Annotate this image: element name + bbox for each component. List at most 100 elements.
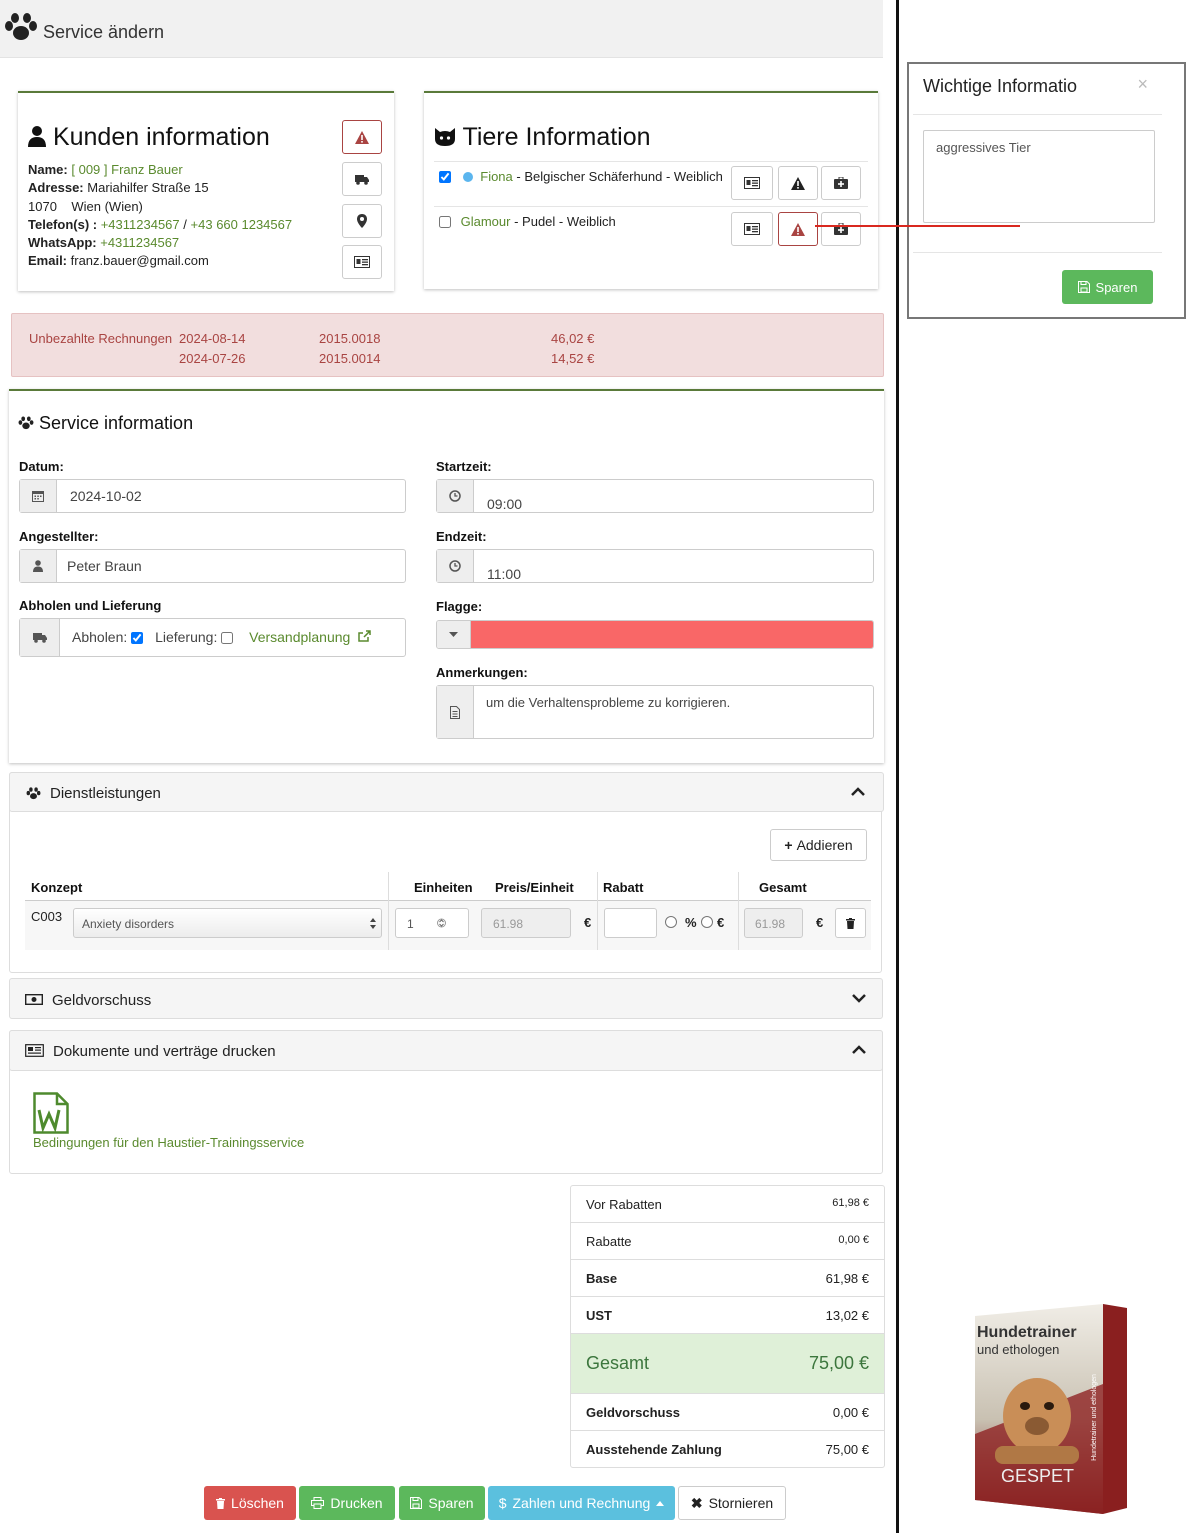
discount-percent-radio[interactable] — [665, 916, 677, 928]
pet-row: Glamour - Pudel - Weiblich — [439, 214, 616, 229]
pickup-checkbox[interactable] — [131, 632, 144, 644]
customer-card-button[interactable] — [342, 245, 382, 279]
base-value: 61,98 € — [825, 1271, 869, 1286]
vat-label: UST — [586, 1308, 612, 1323]
notes-label: Anmerkungen: — [436, 665, 528, 680]
customer-name-link[interactable]: [ 009 ] Franz Bauer — [71, 162, 182, 177]
notes-textarea[interactable]: um die Verhaltensprobleme zu korrigieren… — [436, 685, 874, 739]
discount-euro-radio[interactable] — [701, 916, 713, 928]
popup-save-button[interactable]: Sparen — [1062, 270, 1153, 304]
trash-icon — [846, 917, 855, 929]
money-icon — [25, 994, 43, 1005]
id-card-icon — [354, 256, 370, 268]
date-label: Datum: — [19, 459, 64, 474]
pet-warning-button-active[interactable] — [778, 212, 818, 246]
document-link[interactable]: Bedingungen für den Haustier-Trainingsse… — [33, 1135, 304, 1150]
date-input[interactable]: 2024-10-02 — [19, 479, 406, 513]
truck-icon — [32, 633, 47, 643]
print-button[interactable]: Drucken — [299, 1486, 395, 1520]
delete-row-button[interactable] — [835, 908, 866, 938]
pets-card: Tiere Information Fiona - Belgischer Sch… — [424, 91, 878, 289]
pet-checkbox[interactable] — [439, 171, 451, 183]
trash-icon — [216, 1497, 226, 1509]
clock-icon — [449, 560, 461, 572]
service-heading: Service information — [39, 413, 194, 433]
col-units: Einheiten — [414, 880, 473, 895]
panel-divider — [896, 0, 899, 1533]
invoice-number: 2015.0018 — [319, 331, 381, 346]
phone-link-2[interactable]: +43 660 1234567 — [191, 217, 293, 232]
service-card: Service information Datum: 2024-10-02 St… — [9, 389, 884, 763]
dollar-icon: $ — [498, 1495, 507, 1511]
percent-label: % — [685, 915, 697, 930]
services-title: Dienstleistungen — [50, 785, 161, 802]
spinner-icon — [437, 918, 446, 928]
pet-card-button[interactable] — [731, 212, 773, 246]
pickup-label: Abholen: — [72, 629, 128, 645]
print-icon — [311, 1497, 325, 1509]
user-icon — [28, 125, 46, 154]
pet-name-link[interactable]: Glamour — [461, 214, 511, 229]
cancel-button[interactable]: ✖ Stornieren — [678, 1486, 786, 1520]
employee-label: Angestellter: — [19, 529, 99, 544]
service-code: C003 — [31, 909, 63, 924]
product-spine-text: Hundetrainer und ethologen — [1090, 1374, 1098, 1461]
customer-warning-button[interactable] — [342, 120, 382, 154]
pet-medical-button[interactable] — [821, 212, 861, 246]
save-button[interactable]: Sparen — [399, 1486, 485, 1520]
shipping-planning-link[interactable]: Versandplanung — [249, 629, 350, 645]
discounts-label: Rabatte — [586, 1234, 632, 1249]
services-panel-header[interactable]: Dienstleistungen — [9, 772, 884, 812]
col-discount: Rabatt — [603, 880, 644, 895]
start-time-input[interactable]: 09:00 — [436, 479, 874, 513]
concept-select[interactable]: Anxiety disorders — [73, 908, 382, 938]
pay-and-invoice-button[interactable]: $ Zahlen und Rechnung — [488, 1486, 675, 1520]
invoice-date: 2024-08-14 — [179, 331, 246, 346]
word-document-icon[interactable] — [33, 1092, 69, 1134]
status-dot — [462, 172, 473, 182]
documents-panel-header[interactable]: Dokumente und verträge drucken — [9, 1030, 883, 1071]
col-total: Gesamt — [759, 880, 807, 895]
pickup-delivery-group: Abholen: Lieferung: Versandplanung — [19, 618, 406, 657]
col-concept: Konzept — [31, 880, 83, 895]
units-input[interactable]: 1 — [395, 908, 469, 938]
delivery-label: Lieferung: — [155, 629, 218, 645]
advance-panel-header[interactable]: Geldvorschuss — [9, 978, 883, 1019]
unit-price-input: 61.98 — [481, 908, 571, 938]
invoice-number: 2015.0014 — [319, 351, 381, 366]
pet-checkbox[interactable] — [439, 216, 451, 228]
delete-button[interactable]: Löschen — [204, 1486, 296, 1520]
grand-total-label: Gesamt — [586, 1353, 650, 1373]
select-arrows-icon — [370, 918, 376, 929]
plus-icon: + — [784, 837, 793, 853]
before-discount-value: 61,98 € — [832, 1197, 869, 1209]
clock-icon — [449, 490, 461, 502]
customer-truck-button[interactable] — [342, 162, 382, 196]
customer-map-button[interactable] — [342, 204, 382, 238]
end-time-label: Endzeit: — [436, 529, 487, 544]
phone-link-1[interactable]: +4311234567 — [101, 217, 180, 232]
delivery-checkbox[interactable] — [221, 632, 234, 644]
totals-table: Vor Rabatten 61,98 € Rabatte 0,00 € Base… — [570, 1185, 885, 1468]
product-brand: GESPET — [1001, 1466, 1075, 1486]
whatsapp-link[interactable]: +4311234567 — [100, 235, 179, 250]
add-service-button[interactable]: + Addieren — [770, 829, 867, 861]
pet-card-button[interactable] — [731, 166, 773, 200]
discount-input[interactable] — [604, 908, 657, 938]
flag-select[interactable] — [436, 620, 874, 649]
end-time-input[interactable]: 11:00 — [436, 549, 874, 583]
pet-icon — [434, 125, 456, 154]
services-panel: Dienstleistungen + Addieren Konzept Einhe… — [9, 772, 884, 973]
pet-medical-button[interactable] — [821, 166, 861, 200]
unpaid-invoices-alert: Unbezahlte Rechnungen 2024-08-14 2015.00… — [11, 313, 884, 377]
customer-details: Name: [ 009 ] Franz Bauer Adresse: Maria… — [28, 162, 293, 269]
pet-warning-button[interactable] — [778, 166, 818, 200]
employee-input[interactable]: Peter Braun — [19, 549, 406, 583]
close-icon[interactable]: × — [1137, 74, 1148, 95]
important-info-textarea[interactable]: aggressives Tier — [923, 130, 1155, 223]
chevron-up-icon — [852, 1045, 866, 1054]
close-icon: ✖ — [690, 1494, 703, 1511]
pet-name-link[interactable]: Fiona — [480, 169, 513, 184]
id-card-icon — [744, 177, 760, 189]
paw-icon — [5, 13, 37, 40]
